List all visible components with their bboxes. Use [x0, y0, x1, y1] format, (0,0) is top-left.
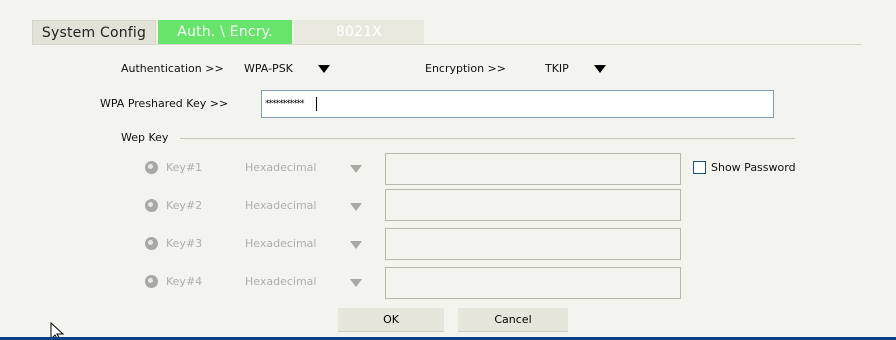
key3-input[interactable]	[385, 228, 681, 260]
encryption-label: Encryption >>	[425, 62, 506, 75]
authentication-label: Authentication >>	[121, 62, 224, 75]
authentication-value: WPA-PSK	[244, 62, 293, 75]
key4-label: Key#4	[166, 275, 203, 288]
chevron-down-icon	[350, 165, 362, 173]
checkbox-box	[693, 161, 706, 174]
key1-radio[interactable]	[145, 161, 158, 174]
cancel-button[interactable]: Cancel	[458, 308, 568, 332]
tab-divider	[32, 44, 862, 45]
key4-radio[interactable]	[145, 275, 158, 288]
key2-radio[interactable]	[145, 199, 158, 212]
chevron-down-icon	[318, 65, 330, 73]
chevron-down-icon	[350, 279, 362, 287]
authentication-select[interactable]: WPA-PSK	[244, 58, 362, 76]
show-password-label: Show Password	[711, 161, 796, 174]
key4-format: Hexadecimal	[245, 275, 317, 288]
key2-label: Key#2	[166, 199, 203, 212]
chevron-down-icon	[350, 241, 362, 249]
key1-label: Key#1	[166, 161, 203, 174]
key4-input[interactable]	[385, 267, 681, 299]
wep-key-row: Key#3 Hexadecimal	[145, 226, 685, 262]
key2-format: Hexadecimal	[245, 199, 317, 212]
key1-format: Hexadecimal	[245, 161, 317, 174]
wpa-preshared-key-input[interactable]: ***********	[261, 90, 774, 118]
tab-auth-encry[interactable]: Auth. \ Encry.	[158, 20, 292, 44]
key1-input[interactable]	[385, 153, 681, 185]
encryption-value: TKIP	[545, 62, 569, 75]
ok-button[interactable]: OK	[338, 308, 444, 332]
tab-system-config[interactable]: System Config	[32, 20, 156, 44]
wpa-preshared-key-value: ***********	[265, 99, 304, 109]
wep-key-group-divider	[180, 138, 795, 139]
wep-key-row: Key#1 Hexadecimal	[145, 150, 685, 186]
key3-label: Key#3	[166, 237, 203, 250]
tab-8021x[interactable]: 8021X	[294, 20, 424, 44]
key2-input[interactable]	[385, 189, 681, 221]
text-caret	[316, 97, 317, 111]
wep-key-group-label: Wep Key	[121, 131, 169, 144]
key3-radio[interactable]	[145, 237, 158, 250]
chevron-down-icon	[350, 203, 362, 211]
wpa-preshared-key-label: WPA Preshared Key >>	[100, 97, 229, 110]
wep-key-row: Key#2 Hexadecimal	[145, 188, 685, 224]
show-password-checkbox[interactable]: Show Password	[693, 160, 813, 176]
chevron-down-icon	[594, 65, 606, 73]
encryption-select[interactable]: TKIP	[545, 58, 645, 76]
wep-key-row: Key#4 Hexadecimal	[145, 264, 685, 300]
key3-format: Hexadecimal	[245, 237, 317, 250]
